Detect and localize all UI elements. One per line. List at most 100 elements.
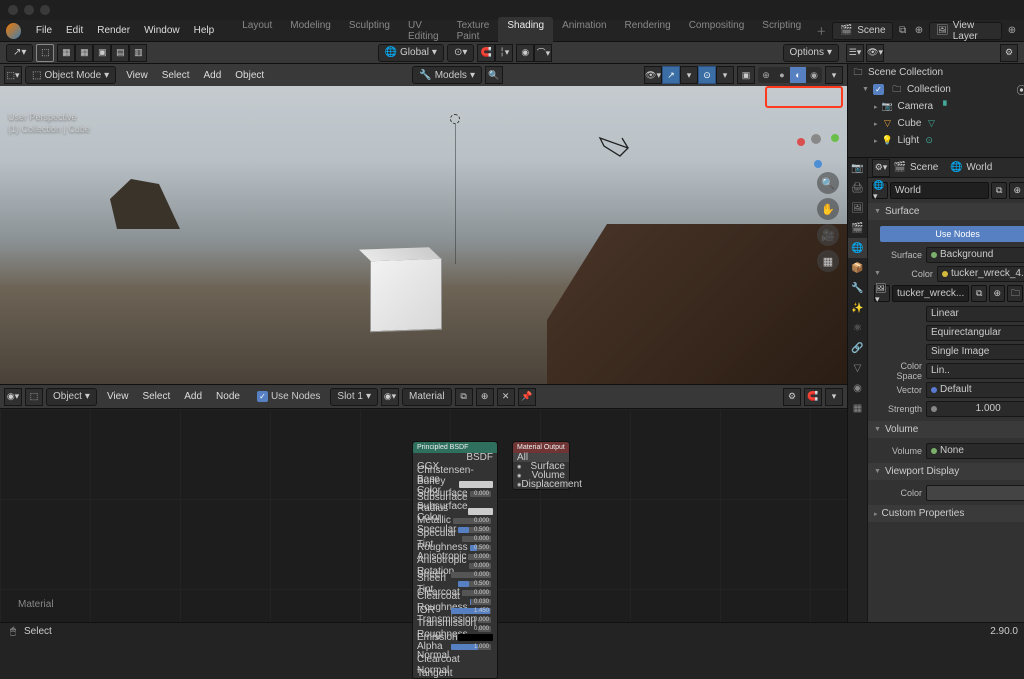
snap-4-icon[interactable]: ▤	[111, 44, 129, 62]
object-tab-icon[interactable]: 📦	[848, 258, 867, 278]
outliner-cube-row[interactable]: ▸▽Cube▽👁	[848, 115, 1024, 132]
particle-tab-icon[interactable]: ✨	[848, 298, 867, 318]
constraint-tab-icon[interactable]: 🔗	[848, 338, 867, 358]
exclude-icon[interactable]: ⦿	[1017, 82, 1024, 97]
camera-view-icon[interactable]: 🎥	[817, 224, 839, 246]
volume-panel-header[interactable]: ▼Volume	[868, 421, 1024, 438]
vp-menu-object[interactable]: Object	[228, 67, 271, 84]
ne-snap-icon[interactable]: 🧲	[804, 388, 822, 406]
options-dropdown[interactable]: Options ▾	[783, 44, 840, 62]
scene-new-icon[interactable]: ⊕	[913, 24, 925, 38]
ne-menu-add[interactable]: Add	[177, 388, 209, 405]
workspace-tab-shading[interactable]: Shading	[498, 17, 553, 45]
outliner-display-icon[interactable]: 👁▾	[866, 44, 884, 62]
colorspace-field[interactable]: Lin..▾	[926, 363, 1024, 379]
solid-shading-icon[interactable]: ●	[774, 67, 790, 83]
world-name-field[interactable]: World	[890, 182, 989, 199]
outliner-light-row[interactable]: ▸💡Light⊙👁	[848, 132, 1024, 149]
outliner-collection-row[interactable]: ▼✓🗀Collection⦿ 👁	[848, 81, 1024, 98]
proportional-icon[interactable]: ◉	[516, 44, 534, 62]
viewport-color-field[interactable]	[926, 485, 1024, 501]
shader-type-icon[interactable]: ⬚	[25, 388, 43, 406]
pivot-selector[interactable]: ⊙▾	[447, 44, 474, 62]
material-shading-icon[interactable]: ◐	[790, 67, 806, 83]
node-grid[interactable]: Principled BSDF BSDF GGXChristensen-Burl…	[0, 409, 847, 622]
visibility-icon[interactable]: 👁▾	[644, 66, 662, 84]
workspace-tab-compositing[interactable]: Compositing	[680, 17, 754, 45]
use-nodes-button[interactable]: Use Nodes	[880, 226, 1024, 242]
world-pin-icon[interactable]: 🌐	[949, 161, 963, 175]
xray-icon[interactable]: ▣	[737, 66, 755, 84]
texture-tab-icon[interactable]: ▦	[848, 398, 867, 418]
persp-ortho-icon[interactable]: ▦	[817, 250, 839, 272]
image-open-icon[interactable]: 🗀	[1007, 285, 1023, 302]
surface-panel-header[interactable]: ▼Surface	[868, 203, 1024, 220]
filter-models[interactable]: 🔧 Models ▾	[412, 66, 482, 84]
pin-icon[interactable]: 📌	[518, 388, 536, 406]
snap-5-icon[interactable]: ▥	[129, 44, 147, 62]
principled-bsdf-node[interactable]: Principled BSDF BSDF GGXChristensen-Burl…	[412, 441, 498, 679]
vp-menu-add[interactable]: Add	[196, 67, 228, 84]
world-browse-icon[interactable]: 🌐▾	[872, 182, 888, 199]
ne-menu-node[interactable]: Node	[209, 388, 247, 405]
node-editor-type-icon[interactable]: ◉▾	[4, 388, 22, 406]
wireframe-shading-icon[interactable]: ⊕	[758, 67, 774, 83]
projection-field[interactable]: Equirectangular▾	[926, 325, 1024, 341]
modifier-tab-icon[interactable]: 🔧	[848, 278, 867, 298]
outliner-camera-row[interactable]: ▸📷Camera▝👁	[848, 98, 1024, 115]
zoom-icon[interactable]: 🔍	[817, 172, 839, 194]
scene-browse-icon[interactable]: ⧉	[897, 24, 909, 38]
output-tab-icon[interactable]: 🖨	[848, 178, 867, 198]
mode-selector[interactable]: ⬚ Object Mode ▾	[25, 66, 116, 84]
snap-2-icon[interactable]: ▦	[75, 44, 93, 62]
mat-link-icon[interactable]: ⧉	[455, 388, 473, 406]
render-tab-icon[interactable]: 📷	[848, 158, 867, 178]
overlay-toggle-icon[interactable]: ⊙	[698, 66, 716, 84]
gizmo-drop-icon[interactable]: ▾	[680, 66, 698, 84]
outliner-scene-row[interactable]: 🗀Scene Collection	[848, 64, 1024, 81]
3d-viewport[interactable]: ⬚▾ ⬚ Object Mode ▾ ViewSelectAddObject 🔧…	[0, 64, 848, 384]
shader-object-mode[interactable]: Object ▾	[46, 388, 97, 406]
shader-node-editor[interactable]: ◉▾ ⬚ Object ▾ ViewSelectAddNode ✓Use Nod…	[0, 384, 848, 622]
traffic-lights[interactable]	[8, 5, 50, 15]
outliner-editor-icon[interactable]: ☰▾	[846, 44, 864, 62]
overlay-drop-icon[interactable]: ▾	[716, 66, 734, 84]
volume-field[interactable]: None	[926, 443, 1024, 459]
cube-mesh[interactable]	[370, 258, 442, 333]
pan-icon[interactable]: ✋	[817, 198, 839, 220]
image-browse-icon[interactable]: 🖼▾	[874, 285, 890, 302]
scene-tab-icon[interactable]: 🎬	[848, 218, 867, 238]
vector-field[interactable]: Default	[926, 382, 1024, 398]
rendered-shading-icon[interactable]: ◉	[806, 67, 822, 83]
strength-field[interactable]: 1.000	[926, 401, 1024, 417]
workspace-tab-layout[interactable]: Layout	[233, 17, 281, 45]
physics-tab-icon[interactable]: ⚛	[848, 318, 867, 338]
editor-type-icon[interactable]: ⬚▾	[4, 66, 22, 84]
outliner-search-input[interactable]	[886, 44, 966, 62]
interp-field[interactable]: Linear▾	[926, 306, 1024, 322]
menu-edit[interactable]: Edit	[59, 22, 90, 39]
ne-snap-drop-icon[interactable]: ▾	[825, 388, 843, 406]
ne-overlay-icon[interactable]: ⚙	[783, 388, 801, 406]
image-new-icon[interactable]: ⊕	[989, 285, 1005, 302]
menu-window[interactable]: Window	[137, 22, 187, 39]
material-name-field[interactable]: Material	[402, 388, 452, 406]
world-tab-icon[interactable]: 🌐	[848, 238, 867, 258]
snap-3-icon[interactable]: ▣	[93, 44, 111, 62]
ne-menu-view[interactable]: View	[100, 388, 136, 405]
use-nodes-checkbox[interactable]: ✓Use Nodes	[250, 388, 327, 405]
workspace-tab-sculpting[interactable]: Sculpting	[340, 17, 399, 45]
navigation-gizmo[interactable]	[793, 116, 839, 162]
data-tab-icon[interactable]: ▽	[848, 358, 867, 378]
mat-new-icon[interactable]: ⊕	[476, 388, 494, 406]
world-new-icon[interactable]: ⊕	[1009, 182, 1024, 199]
world-users-icon[interactable]: ⧉	[991, 182, 1007, 199]
slot-selector[interactable]: Slot 1 ▾	[330, 388, 378, 406]
orientation-selector[interactable]: 🌐 Global ▾	[378, 44, 444, 62]
workspace-tab-rendering[interactable]: Rendering	[616, 17, 680, 45]
vp-menu-select[interactable]: Select	[155, 67, 197, 84]
material-browse-icon[interactable]: ◉▾	[381, 388, 399, 406]
shading-drop-icon[interactable]: ▾	[825, 66, 843, 84]
viewlayer-selector[interactable]: 🖼View Layer	[929, 22, 1002, 40]
menu-help[interactable]: Help	[187, 22, 222, 39]
